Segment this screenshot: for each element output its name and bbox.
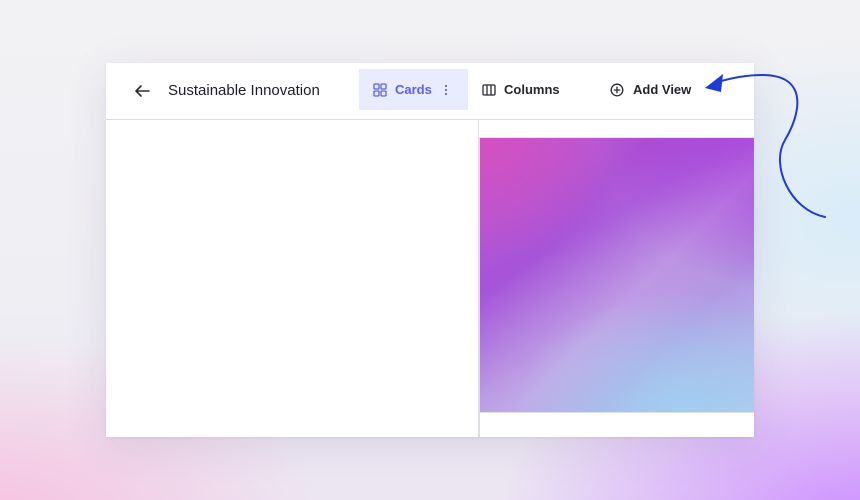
columns-icon: [482, 83, 496, 97]
card-cover-image: [480, 138, 754, 412]
back-button[interactable]: [130, 79, 154, 103]
view-toolbar: Sustainable Innovation Cards Columns Add…: [106, 63, 754, 120]
page-title: Sustainable Innovation: [168, 82, 320, 99]
tab-columns-label: Columns: [504, 82, 560, 97]
tab-cards[interactable]: Cards: [359, 69, 468, 110]
add-view-button[interactable]: Add View: [610, 69, 691, 110]
card-item[interactable]: [479, 137, 754, 437]
arrow-left-icon: [133, 82, 151, 100]
add-view-label: Add View: [633, 82, 692, 97]
cards-grid-icon: [373, 82, 387, 97]
tab-columns[interactable]: Columns: [482, 69, 560, 110]
content-area: [106, 120, 479, 437]
card-body: [480, 412, 754, 437]
app-window: Sustainable Innovation Cards Columns Add…: [106, 63, 754, 437]
tab-cards-label: Cards: [395, 82, 432, 97]
plus-circle-icon: [610, 83, 624, 97]
more-vertical-icon[interactable]: [444, 84, 448, 96]
